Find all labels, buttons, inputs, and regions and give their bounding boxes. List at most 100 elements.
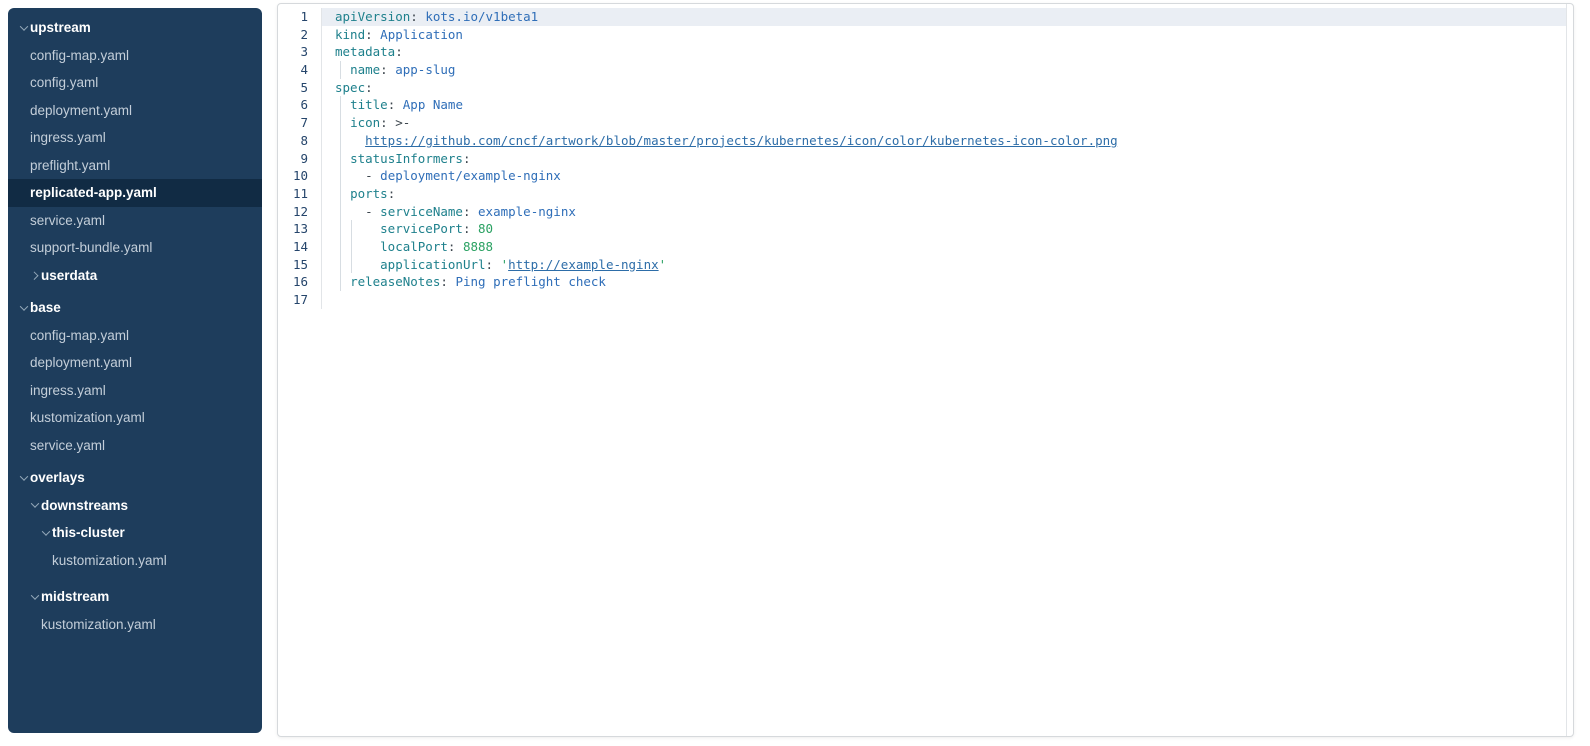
code-line-text[interactable]: statusInformers: xyxy=(322,150,1566,168)
chevron-down-icon[interactable] xyxy=(29,502,41,508)
code-line-text[interactable]: kind: Application xyxy=(322,26,1566,44)
code-token-key: localPort xyxy=(380,239,448,254)
chevron-down-icon[interactable] xyxy=(18,25,30,31)
code-line: 12 - serviceName: example-nginx xyxy=(278,203,1566,221)
code-token-plain xyxy=(335,274,350,289)
folder-label: userdata xyxy=(41,268,97,283)
sidebar-item-kustomization-yaml[interactable]: kustomization.yaml xyxy=(8,611,262,639)
sidebar-item-upstream[interactable]: upstream xyxy=(8,14,262,42)
code-token-plain xyxy=(493,257,501,272)
code-token-val: App Name xyxy=(403,97,463,112)
indent-guide xyxy=(340,220,341,238)
sidebar-item-userdata[interactable]: userdata xyxy=(8,262,262,290)
sidebar-item-support-bundle-yaml[interactable]: support-bundle.yaml xyxy=(8,234,262,262)
code-line-text[interactable]: releaseNotes: Ping preflight check xyxy=(322,273,1566,291)
code-line-text[interactable]: icon: >- xyxy=(322,114,1566,132)
sidebar-item-service-yaml[interactable]: service.yaml xyxy=(8,432,262,460)
code-token-val: deployment/example-nginx xyxy=(380,168,561,183)
code-token-plain xyxy=(471,204,479,219)
url-link[interactable]: https://github.com/cncf/artwork/blob/mas… xyxy=(365,133,1118,148)
code-token-plain xyxy=(335,186,350,201)
indent-guide xyxy=(351,256,352,274)
sidebar-item-kustomization-yaml[interactable]: kustomization.yaml xyxy=(8,404,262,432)
line-number: 1 xyxy=(278,8,322,26)
code-line-text[interactable]: name: app-slug xyxy=(322,61,1566,79)
folder-label: base xyxy=(30,300,61,315)
line-number: 15 xyxy=(278,256,322,274)
code-token-key: ports xyxy=(350,186,388,201)
code-token-str: ' xyxy=(501,257,509,272)
code-token-key: title xyxy=(350,97,388,112)
code-token-num: 80 xyxy=(478,221,493,236)
code-token-plain xyxy=(395,97,403,112)
code-line: 15 applicationUrl: 'http://example-nginx… xyxy=(278,256,1566,274)
code-line-text[interactable]: spec: xyxy=(322,79,1566,97)
code-line-text[interactable]: ports: xyxy=(322,185,1566,203)
chevron-down-icon[interactable] xyxy=(18,305,30,311)
code-line: 11 ports: xyxy=(278,185,1566,203)
code-line-text[interactable]: - serviceName: example-nginx xyxy=(322,203,1566,221)
sidebar-item-overlays[interactable]: overlays xyxy=(8,464,262,492)
indent-guide xyxy=(340,256,341,274)
indent-guide xyxy=(351,220,352,238)
chevron-down-icon[interactable] xyxy=(18,475,30,481)
code-token-val: kots.io/v1beta1 xyxy=(425,9,538,24)
code-line-text[interactable]: - deployment/example-nginx xyxy=(322,167,1566,185)
sidebar-item-deployment-yaml[interactable]: deployment.yaml xyxy=(8,97,262,125)
chevron-down-icon[interactable] xyxy=(40,530,52,536)
code-token-val: app-slug xyxy=(395,62,455,77)
url-link[interactable]: http://example-nginx xyxy=(508,257,659,272)
line-number: 10 xyxy=(278,167,322,185)
sidebar-item-replicated-app-yaml[interactable]: replicated-app.yaml xyxy=(8,179,262,207)
sidebar-item-ingress-yaml[interactable]: ingress.yaml xyxy=(8,124,262,152)
code-token-val: Ping preflight check xyxy=(455,274,606,289)
sidebar-item-downstreams[interactable]: downstreams xyxy=(8,492,262,520)
sidebar-item-config-map-yaml[interactable]: config-map.yaml xyxy=(8,322,262,350)
code-line: 17 xyxy=(278,291,1566,309)
code-token-key: statusInformers xyxy=(350,151,463,166)
code-token-key: metadata xyxy=(335,44,395,59)
chevron-right-icon[interactable] xyxy=(29,272,41,278)
file-label: kustomization.yaml xyxy=(52,553,167,568)
indent-guide xyxy=(340,114,341,132)
code-line-text[interactable]: localPort: 8888 xyxy=(322,238,1566,256)
sidebar-item-ingress-yaml[interactable]: ingress.yaml xyxy=(8,377,262,405)
scrollbar-track[interactable] xyxy=(1566,4,1567,736)
code-line-text[interactable]: applicationUrl: 'http://example-nginx' xyxy=(322,256,1566,274)
folder-label: downstreams xyxy=(41,498,128,513)
indent-guide xyxy=(351,238,352,256)
folder-label: midstream xyxy=(41,589,109,604)
file-tree-sidebar: upstreamconfig-map.yamlconfig.yamldeploy… xyxy=(8,8,262,733)
code-line: 4 name: app-slug xyxy=(278,61,1566,79)
code-line-text[interactable]: https://github.com/cncf/artwork/blob/mas… xyxy=(322,132,1566,150)
code-line-text[interactable]: title: App Name xyxy=(322,96,1566,114)
code-line-text[interactable]: metadata: xyxy=(322,43,1566,61)
sidebar-item-preflight-yaml[interactable]: preflight.yaml xyxy=(8,152,262,180)
file-label: kustomization.yaml xyxy=(30,410,145,425)
code-line-text[interactable]: apiVersion: kots.io/v1beta1 xyxy=(322,8,1566,26)
sidebar-item-kustomization-yaml[interactable]: kustomization.yaml xyxy=(8,547,262,575)
chevron-down-icon[interactable] xyxy=(29,594,41,600)
code-line-text[interactable] xyxy=(322,291,1566,309)
code-line: 13 servicePort: 80 xyxy=(278,220,1566,238)
file-label: preflight.yaml xyxy=(30,158,110,173)
line-number: 12 xyxy=(278,203,322,221)
code-editor[interactable]: 1apiVersion: kots.io/v1beta12kind: Appli… xyxy=(278,4,1566,309)
file-label: service.yaml xyxy=(30,213,105,228)
sidebar-item-midstream[interactable]: midstream xyxy=(8,583,262,611)
sidebar-item-config-yaml[interactable]: config.yaml xyxy=(8,69,262,97)
indent-guide xyxy=(340,96,341,114)
sidebar-item-service-yaml[interactable]: service.yaml xyxy=(8,207,262,235)
code-token-meta: : xyxy=(365,27,373,42)
code-token-meta: : xyxy=(463,204,471,219)
sidebar-item-config-map-yaml[interactable]: config-map.yaml xyxy=(8,42,262,70)
code-token-key: apiVersion xyxy=(335,9,410,24)
code-line: 3metadata: xyxy=(278,43,1566,61)
folder-label: this-cluster xyxy=(52,525,125,540)
sidebar-item-this-cluster[interactable]: this-cluster xyxy=(8,519,262,547)
sidebar-item-base[interactable]: base xyxy=(8,294,262,322)
line-number: 11 xyxy=(278,185,322,203)
line-number: 7 xyxy=(278,114,322,132)
code-line-text[interactable]: servicePort: 80 xyxy=(322,220,1566,238)
sidebar-item-deployment-yaml[interactable]: deployment.yaml xyxy=(8,349,262,377)
